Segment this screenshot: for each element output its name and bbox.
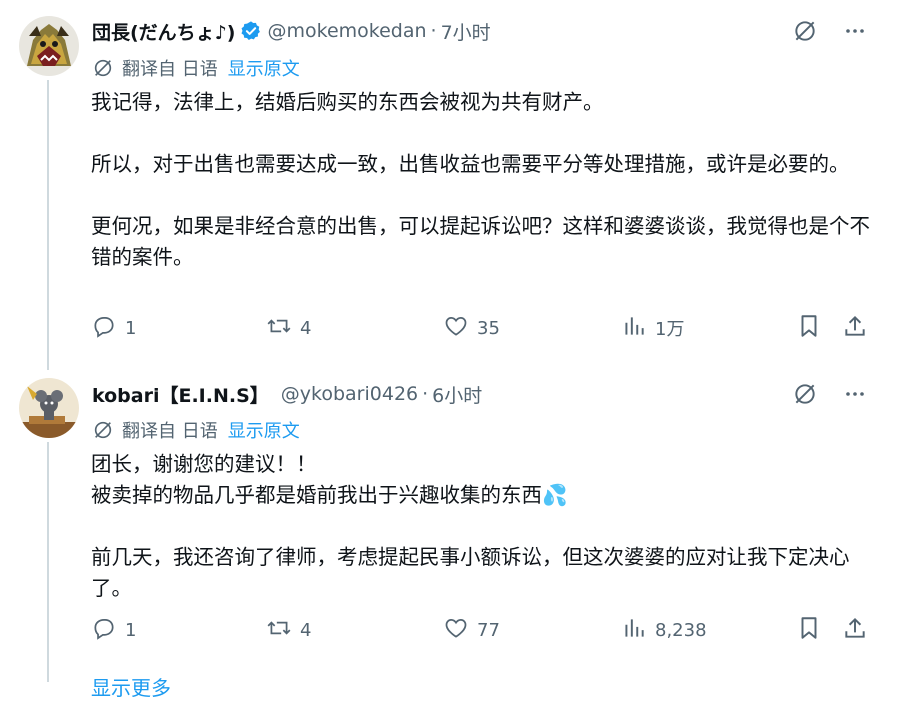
separator: · — [422, 383, 429, 405]
translation-notice: 翻译自 日语 显示原文 — [92, 417, 300, 443]
share-icon — [842, 313, 868, 344]
translated-from-label: 翻译自 日语 — [122, 59, 218, 80]
views-button[interactable]: 8,238 — [621, 615, 707, 645]
display-name[interactable]: kobari【E.I.N.S】 — [92, 381, 269, 408]
reply-count: 1 — [125, 619, 137, 641]
reply-icon — [91, 615, 117, 646]
translation-notice: 翻译自 日语 显示原文 — [92, 55, 300, 81]
translated-from-label: 翻译自 日语 — [122, 421, 218, 442]
translate-icon — [92, 57, 114, 79]
views-button[interactable]: 1万 — [621, 313, 684, 343]
show-more-link[interactable]: 显示更多 — [91, 672, 171, 701]
heart-icon — [443, 615, 469, 646]
tweet-text: 我记得，法律上，结婚后购买的东西会被视为共有财产。 所以，对于出售也需要达成一致… — [91, 90, 870, 269]
repost-icon — [266, 615, 292, 646]
reply-button[interactable]: 1 — [91, 313, 136, 343]
view-count: 1万 — [655, 319, 685, 340]
analytics-icon — [621, 313, 647, 344]
top-icons — [791, 17, 869, 45]
like-button[interactable]: 35 — [443, 313, 500, 343]
share-button[interactable] — [842, 313, 868, 343]
analytics-icon — [621, 615, 647, 646]
view-count: 8,238 — [655, 619, 707, 641]
like-count: 35 — [477, 317, 500, 339]
reply-button[interactable]: 1 — [91, 615, 136, 645]
top-icons — [791, 380, 869, 408]
handle[interactable]: @mokemokedan — [268, 20, 427, 42]
translate-icon — [92, 419, 114, 441]
share-button[interactable] — [842, 615, 868, 645]
repost-count: 4 — [300, 317, 312, 339]
reply-count: 1 — [125, 317, 137, 339]
repost-button[interactable]: 4 — [266, 313, 311, 343]
grok-icon[interactable] — [791, 380, 819, 408]
timestamp[interactable]: 6小时 — [432, 381, 482, 408]
display-name[interactable]: 団長(だんちょ♪) — [92, 18, 236, 45]
bookmark-icon — [796, 615, 822, 646]
verified-badge-icon — [240, 20, 262, 42]
timestamp[interactable]: 7小时 — [441, 18, 491, 45]
separator: · — [430, 20, 437, 42]
tweet-header: 団長(だんちょ♪) @mokemokedan · 7小时 — [92, 17, 491, 45]
tweet-2[interactable]: kobari【E.I.N.S】 @ykobari0426 · 6小时 翻译自 日… — [0, 370, 899, 682]
tweet-1[interactable]: 団長(だんちょ♪) @mokemokedan · 7小时 翻译自 日语 显示原文… — [0, 0, 899, 370]
bookmark-button[interactable] — [796, 313, 822, 343]
repost-icon — [266, 313, 292, 344]
share-icon — [842, 615, 868, 646]
action-bar: 1 4 35 1万 — [91, 313, 871, 343]
like-count: 77 — [477, 619, 500, 641]
more-icon[interactable] — [841, 380, 869, 408]
reply-icon — [91, 313, 117, 344]
tweet-text: 团长，谢谢您的建议！！ 被卖掉的物品几乎都是婚前我出于兴趣收集的东西💦 前几天，… — [91, 452, 850, 600]
show-original-link[interactable]: 显示原文 — [228, 55, 300, 81]
handle[interactable]: @ykobari0426 — [281, 383, 418, 405]
grok-icon[interactable] — [791, 17, 819, 45]
like-button[interactable]: 77 — [443, 615, 500, 645]
action-bar: 1 4 77 8,238 — [91, 615, 871, 645]
bookmark-button[interactable] — [796, 615, 822, 645]
bookmark-icon — [796, 313, 822, 344]
repost-count: 4 — [300, 619, 312, 641]
more-icon[interactable] — [841, 17, 869, 45]
tweet-header: kobari【E.I.N.S】 @ykobari0426 · 6小时 — [92, 380, 482, 408]
avatar[interactable] — [19, 16, 79, 76]
show-original-link[interactable]: 显示原文 — [228, 417, 300, 443]
heart-icon — [443, 313, 469, 344]
avatar[interactable] — [19, 378, 79, 438]
repost-button[interactable]: 4 — [266, 615, 311, 645]
